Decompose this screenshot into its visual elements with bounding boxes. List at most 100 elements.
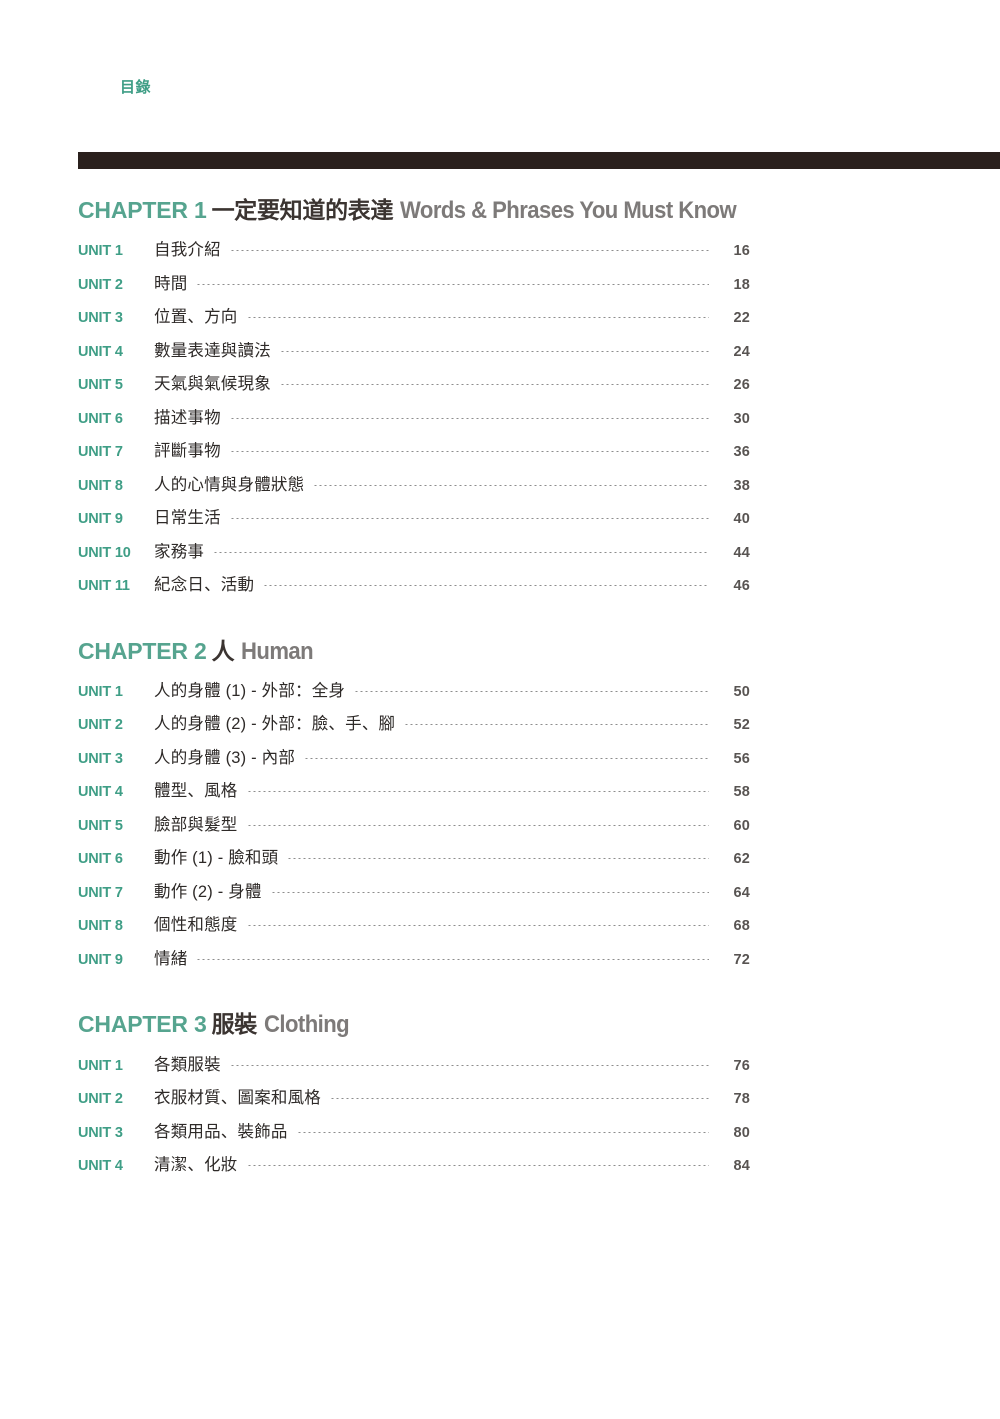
unit-label: UNIT 3 <box>78 750 123 767</box>
unit-title: 各類服裝 <box>154 1055 221 1074</box>
toc-entry[interactable]: UNIT 4 數量表達與讀法 24 <box>78 337 750 371</box>
dot-leader <box>229 451 709 453</box>
toc-entry[interactable]: UNIT 8 個性和態度 68 <box>78 911 750 945</box>
toc-entry[interactable]: UNIT 4 清潔、化妝 84 <box>78 1151 750 1185</box>
page-number: 26 <box>733 377 750 394</box>
toc-entry[interactable]: UNIT 3 各類用品、裝飾品 80 <box>78 1118 750 1152</box>
toc-entry[interactable]: UNIT 6 描述事物 30 <box>78 404 750 438</box>
unit-label: UNIT 9 <box>78 951 123 968</box>
toc-entry[interactable]: UNIT 9 情緒 72 <box>78 945 750 979</box>
unit-label: UNIT 8 <box>78 477 123 494</box>
dot-leader <box>304 757 709 759</box>
unit-label: UNIT 1 <box>78 243 123 260</box>
toc-entry[interactable]: UNIT 5 天氣與氣候現象 26 <box>78 370 750 404</box>
dot-leader <box>354 690 709 692</box>
dot-leader <box>246 317 709 319</box>
dot-leader <box>404 724 709 726</box>
toc-entry[interactable]: UNIT 4 體型、風格 58 <box>78 777 750 811</box>
dot-leader <box>246 1165 709 1167</box>
dot-leader <box>270 891 709 893</box>
unit-label: UNIT 4 <box>78 343 123 360</box>
dot-leader <box>229 1064 709 1066</box>
unit-label: UNIT 1 <box>78 683 123 700</box>
page-number: 38 <box>733 477 750 494</box>
toc-entry[interactable]: UNIT 11 紀念日、活動 46 <box>78 571 750 605</box>
page-number: 60 <box>733 817 750 834</box>
unit-label: UNIT 2 <box>78 276 123 293</box>
dot-leader <box>279 384 709 386</box>
page-number: 36 <box>733 444 750 461</box>
unit-label: UNIT 9 <box>78 511 123 528</box>
toc-page: 目錄 CHAPTER 1 一定要知道的表達 Words & Phrases You … <box>0 0 1000 1419</box>
unit-title: 日常生活 <box>154 509 221 528</box>
chapter-block: CHAPTER 2 人 Human UNIT 1 人的身體 (1) - 外部：全身 50 U… <box>78 637 750 979</box>
dot-leader <box>229 417 709 419</box>
toc-entry[interactable]: UNIT 5 臉部與髮型 60 <box>78 811 750 845</box>
unit-label: UNIT 6 <box>78 410 123 427</box>
page-number: 24 <box>733 343 750 360</box>
toc-entry[interactable]: UNIT 7 評斷事物 36 <box>78 437 750 471</box>
page-number: 40 <box>733 511 750 528</box>
page-number: 80 <box>733 1124 750 1141</box>
chapter-heading: CHAPTER 2 人 Human <box>78 637 750 665</box>
dot-leader <box>229 518 709 520</box>
running-header-title: 目錄 <box>120 79 152 96</box>
chapter-heading: CHAPTER 1 一定要知道的表達 Words & Phrases You Mus… <box>78 198 750 223</box>
chapter-label: CHAPTER 2 <box>78 637 207 664</box>
unit-title: 人的心情與身體狀態 <box>154 475 305 494</box>
chapter-title-zh: 人 <box>211 637 235 664</box>
unit-title: 動作 (2) - 身體 <box>154 882 262 901</box>
page-number: 72 <box>733 951 750 968</box>
page-number: 58 <box>733 784 750 801</box>
toc-entry[interactable]: UNIT 1 各類服裝 76 <box>78 1051 750 1085</box>
chapter-heading: CHAPTER 3 服裝 Clothing <box>78 1012 750 1037</box>
unit-list: UNIT 1 自我介紹 16 UNIT 2 時間 18 UNIT 3 位置、方向 22 UNIT … <box>78 236 750 605</box>
unit-label: UNIT 8 <box>78 918 123 935</box>
dot-leader <box>330 1098 709 1100</box>
page-number: 50 <box>733 683 750 700</box>
chapter-title-en: Clothing <box>263 1011 350 1039</box>
page-number: 46 <box>733 578 750 595</box>
unit-title: 人的身體 (2) - 外部：臉、手、腳 <box>154 715 396 734</box>
toc-entry[interactable]: UNIT 7 動作 (2) - 身體 64 <box>78 878 750 912</box>
toc-entry[interactable]: UNIT 6 動作 (1) - 臉和頭 62 <box>78 844 750 878</box>
page-number: 62 <box>733 851 750 868</box>
toc-entry[interactable]: UNIT 1 自我介紹 16 <box>78 236 750 270</box>
dot-leader <box>313 484 709 486</box>
table-of-contents: CHAPTER 1 一定要知道的表達 Words & Phrases You Mus… <box>78 198 750 1187</box>
unit-label: UNIT 7 <box>78 444 123 461</box>
unit-label: UNIT 2 <box>78 717 123 734</box>
unit-list: UNIT 1 各類服裝 76 UNIT 2 衣服材質、圖案和風格 78 UNIT 3 各類用品… <box>78 1051 750 1185</box>
chapter-block: CHAPTER 3 服裝 Clothing UNIT 1 各類服裝 76 UNIT 2 衣服材… <box>78 1012 750 1184</box>
page-number: 76 <box>733 1057 750 1074</box>
toc-entry[interactable]: UNIT 3 位置、方向 22 <box>78 303 750 337</box>
unit-title: 紀念日、活動 <box>154 576 255 595</box>
toc-entry[interactable]: UNIT 1 人的身體 (1) - 外部：全身 50 <box>78 677 750 711</box>
chapter-title-en: Words & Phrases You Must Know <box>400 197 737 224</box>
toc-entry[interactable]: UNIT 2 時間 18 <box>78 270 750 304</box>
dot-leader <box>263 585 709 587</box>
chapter-label: CHAPTER 3 <box>78 1011 207 1038</box>
toc-entry[interactable]: UNIT 3 人的身體 (3) - 內部 56 <box>78 744 750 778</box>
unit-label: UNIT 3 <box>78 310 123 327</box>
unit-title: 描述事物 <box>154 408 221 427</box>
page-number: 22 <box>733 310 750 327</box>
unit-label: UNIT 3 <box>78 1124 123 1141</box>
unit-label: UNIT 2 <box>78 1091 123 1108</box>
chapter-title-en: Human <box>241 637 314 665</box>
dot-leader <box>246 824 709 826</box>
toc-entry[interactable]: UNIT 2 人的身體 (2) - 外部：臉、手、腳 52 <box>78 710 750 744</box>
dot-leader <box>196 283 709 285</box>
page-number: 78 <box>733 1091 750 1108</box>
toc-entry[interactable]: UNIT 2 衣服材質、圖案和風格 78 <box>78 1084 750 1118</box>
toc-entry[interactable]: UNIT 8 人的心情與身體狀態 38 <box>78 471 750 505</box>
unit-label: UNIT 7 <box>78 884 123 901</box>
page-number: 52 <box>733 717 750 734</box>
chapter-label: CHAPTER 1 <box>78 197 207 223</box>
toc-entry[interactable]: UNIT 10 家務事 44 <box>78 538 750 572</box>
unit-title: 人的身體 (3) - 內部 <box>154 748 296 767</box>
page-number: 16 <box>733 243 750 260</box>
unit-label: UNIT 4 <box>78 1158 123 1175</box>
header-rule <box>78 152 1000 169</box>
toc-entry[interactable]: UNIT 9 日常生活 40 <box>78 504 750 538</box>
